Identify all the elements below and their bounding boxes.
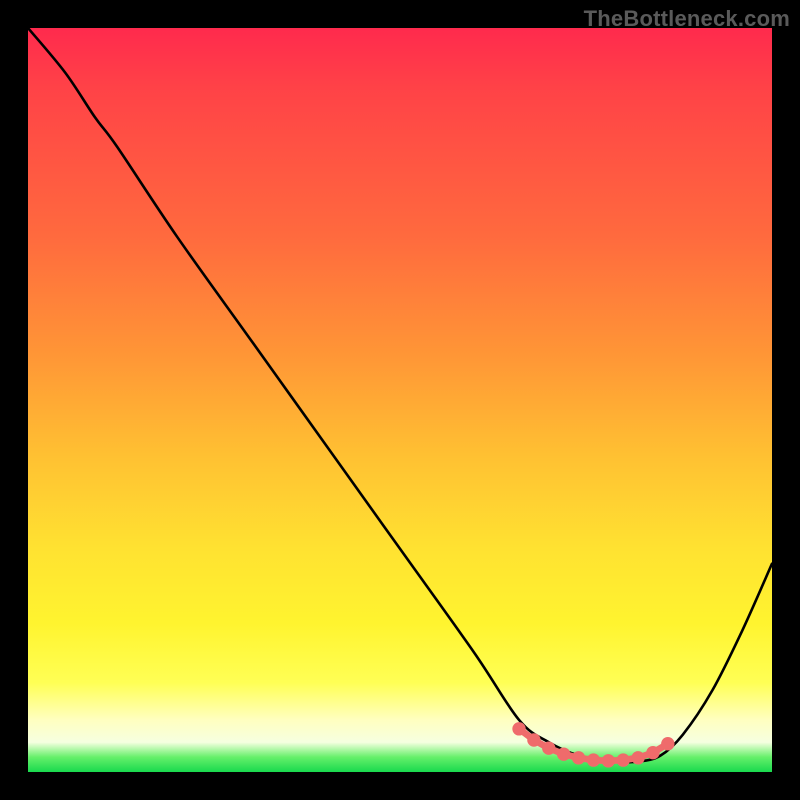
plot-area bbox=[28, 28, 772, 772]
chart-frame: TheBottleneck.com bbox=[0, 0, 800, 800]
marker-dot bbox=[557, 747, 570, 760]
marker-dot bbox=[512, 722, 525, 735]
marker-dot bbox=[572, 751, 585, 764]
marker-dot bbox=[646, 746, 659, 759]
marker-dot bbox=[527, 733, 540, 746]
optimal-range-markers bbox=[28, 28, 772, 772]
marker-dot bbox=[542, 741, 555, 754]
marker-dot bbox=[631, 751, 644, 764]
marker-dot bbox=[617, 753, 630, 766]
marker-dot bbox=[602, 754, 615, 767]
marker-dot bbox=[661, 737, 674, 750]
marker-dot bbox=[587, 753, 600, 766]
